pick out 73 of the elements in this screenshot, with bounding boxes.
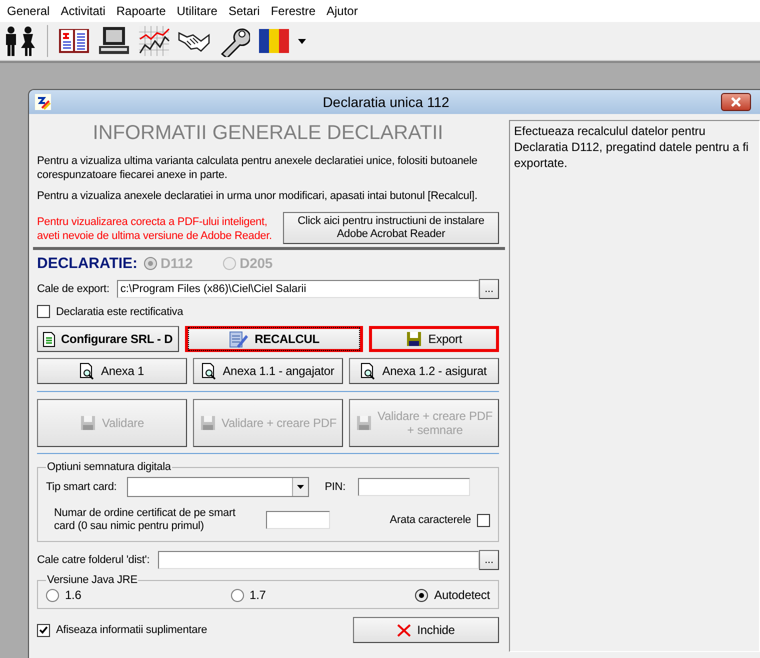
dist-path-label: Cale catre folderul 'dist': — [37, 554, 150, 566]
app-icon — [35, 94, 51, 110]
info-paragraph: Pentru a vizualiza ultima varianta calculata pentru anexele declaratiei unice, folositi butoanele corespunzatoare fiecarei anexe in parte. — [37, 154, 478, 182]
caret-icon[interactable] — [298, 38, 306, 44]
radio-button[interactable] — [46, 588, 59, 602]
action-button[interactable]: Anexa 1 — [37, 358, 187, 384]
radio-label: D112 — [160, 255, 193, 271]
info-text: Efectueaza recalculul datelor pentru Declaratia D112, pregatind datele pentru a fi exportate. — [514, 124, 749, 170]
floppy-icon — [80, 415, 96, 431]
action-button[interactable]: RECALCUL — [184, 326, 364, 352]
group-title: Versiune Java JRE — [46, 574, 138, 586]
action-button: Validare + creare PDF + semnare — [349, 399, 499, 447]
floppy-icon — [406, 331, 422, 347]
pin-field[interactable] — [358, 478, 470, 496]
checkbox-label: Arata caracterele — [390, 514, 471, 526]
menu-item[interactable]: Setari — [223, 4, 266, 18]
dropdown-arrow-icon — [296, 485, 304, 489]
info-paragraph: Pentru a vizualiza anexele declaratiei in urma unor modificari, apasati intai butonul [Recalcul]. — [37, 189, 478, 203]
group-title: Optiuni semnatura digitala — [46, 461, 172, 473]
menu-item[interactable]: Activitati — [56, 4, 112, 18]
menu-item[interactable]: General — [2, 4, 56, 18]
menu-item[interactable]: Ajutor — [322, 4, 364, 18]
document-pencil-icon — [228, 330, 249, 348]
radio-button[interactable] — [222, 256, 236, 270]
menu-item[interactable]: Ferestre — [266, 4, 322, 18]
action-button: Validare — [37, 399, 187, 447]
checkbox-label: Declaratia este rectificativa — [56, 306, 184, 318]
checkbox[interactable] — [37, 624, 50, 636]
radio-label: 1.7 — [250, 588, 266, 602]
magnifier-document-icon — [202, 362, 217, 380]
certificate-number-field[interactable] — [266, 511, 330, 529]
declaration-label: DECLARATIE: — [37, 254, 138, 272]
action-button: Validare + creare PDF — [193, 399, 343, 447]
floppy-icon — [356, 415, 372, 431]
close-button[interactable] — [721, 93, 751, 111]
menu-item[interactable]: Utilitare — [172, 4, 224, 18]
chart-icon[interactable] — [138, 25, 170, 57]
action-button[interactable]: Export — [369, 326, 499, 352]
radio-label: D205 — [240, 255, 273, 271]
action-button[interactable]: Configurare SRL - D — [37, 326, 179, 352]
radio-label: 1.6 — [65, 588, 82, 602]
checkbox[interactable] — [477, 514, 490, 526]
radio-button[interactable] — [144, 256, 157, 270]
radio-button[interactable] — [415, 588, 428, 602]
action-button[interactable]: Anexa 1.1 - angajator — [193, 358, 343, 384]
smart-card-label: Tip smart card: — [46, 481, 117, 493]
radio-label: Autodetect — [434, 588, 490, 602]
checkbox-label: Afiseaza informatii suplimentare — [56, 624, 208, 636]
action-button[interactable]: Anexa 1.2 - asigurat — [349, 358, 499, 384]
export-path-label: Cale de export: — [37, 283, 110, 295]
browse-button[interactable]: ... — [479, 550, 499, 570]
checkbox[interactable] — [37, 305, 50, 318]
people-icon[interactable] — [3, 25, 37, 57]
magnifier-document-icon — [361, 362, 376, 380]
close-dialog-button[interactable]: Inchide — [353, 617, 499, 643]
dist-path-field[interactable] — [158, 551, 479, 569]
magnifier-document-icon — [80, 362, 95, 380]
warning-text: Pentru vizualizarea corecta a PDF-ului inteligent, aveti nevoie de ultima versiune de Adobe Reader. — [37, 215, 273, 244]
floppy-icon — [200, 415, 216, 431]
export-path-field[interactable]: c:\Program Files (x86)\Ciel\Ciel Salarii — [117, 280, 479, 298]
menu-item[interactable]: Rapoarte — [111, 4, 172, 18]
certificate-number-label: Numar de ordine certificat de pe smart card (0 sau nimic pentru primul) — [53, 507, 236, 533]
window-title: Declaratia unica 112 — [322, 94, 450, 110]
close-icon — [397, 624, 412, 636]
sheet-icon — [43, 332, 55, 346]
browse-button[interactable]: ... — [479, 279, 499, 299]
install-instructions-button[interactable]: Click aici pentru instructiuni de instalare Adobe Acrobat Reader — [283, 212, 499, 244]
computer-icon[interactable] — [98, 25, 130, 57]
section-heading: INFORMATII GENERALE DECLARATII — [92, 122, 444, 145]
close-icon — [730, 97, 742, 107]
pin-label: PIN: — [324, 481, 346, 493]
smart-card-dropdown[interactable] — [126, 477, 309, 497]
radio-button[interactable] — [230, 588, 244, 602]
